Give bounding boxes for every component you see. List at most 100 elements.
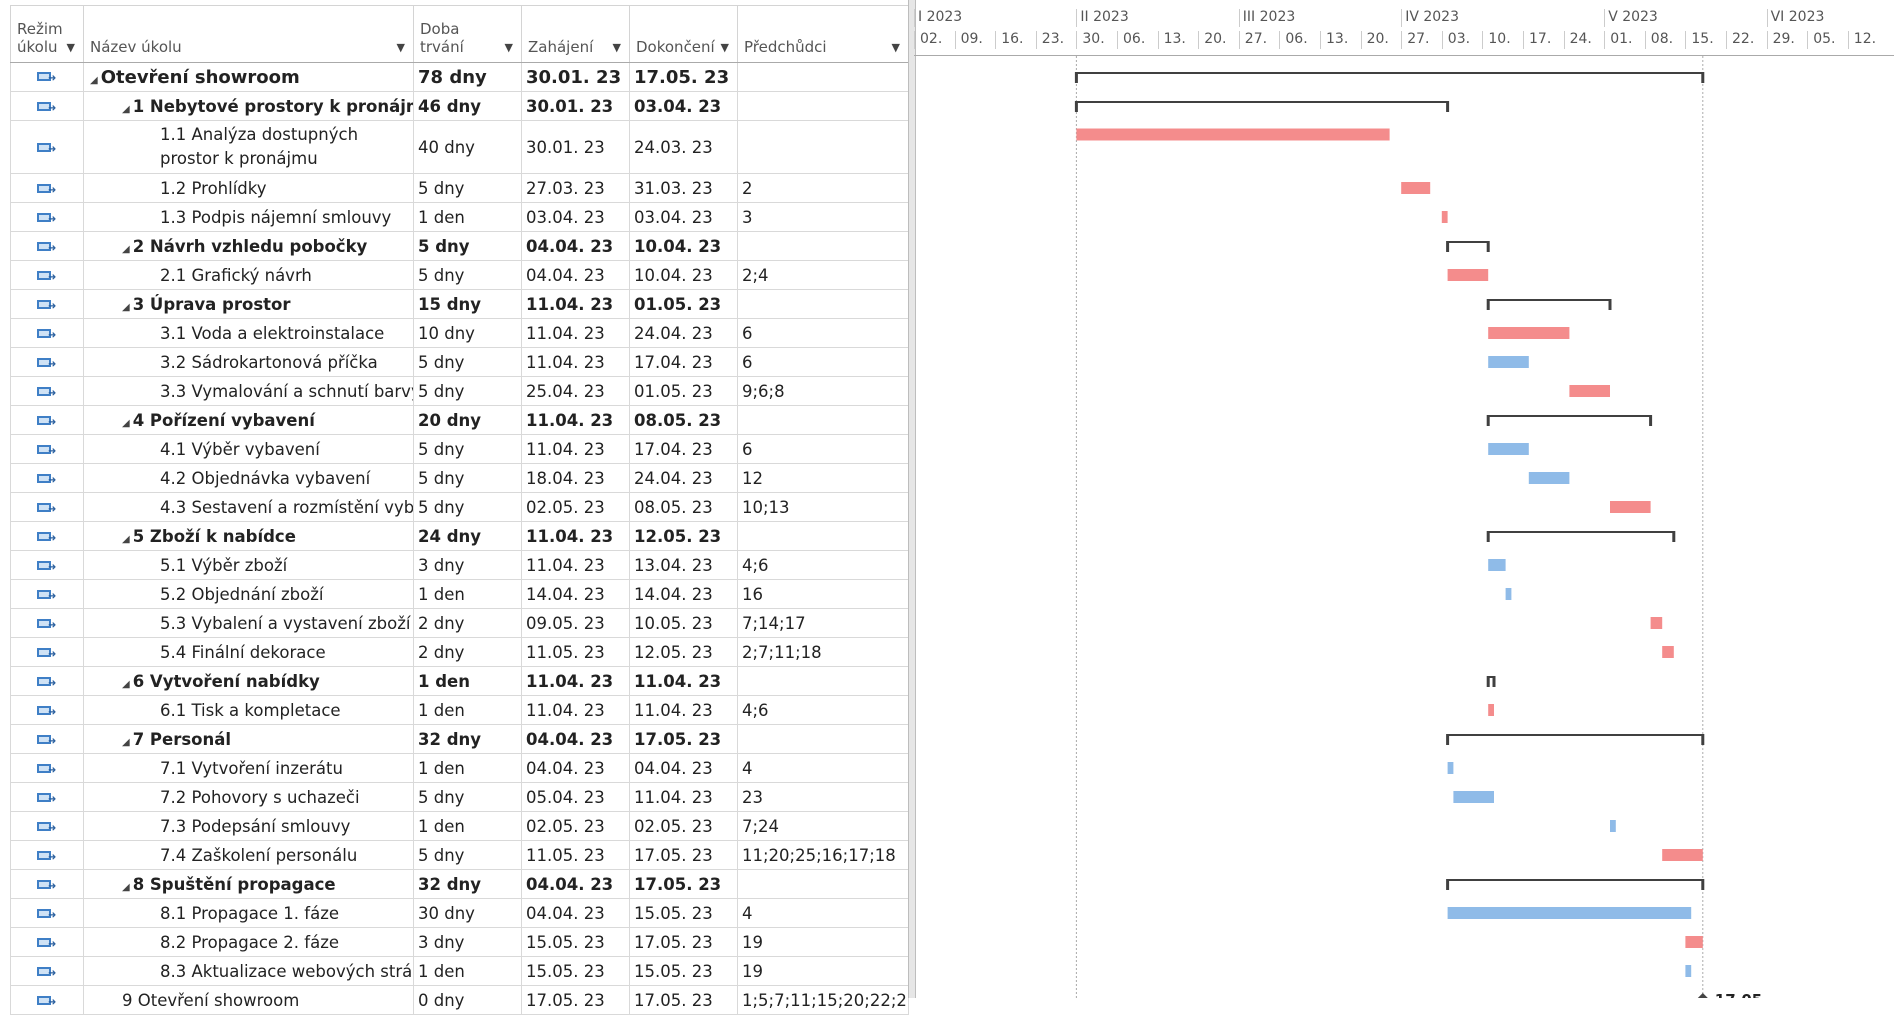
task-name-cell[interactable]: ◢ 3 Úprava prostor [83,289,414,319]
task-mode-cell[interactable]: ➜ [10,666,84,696]
task-start-cell[interactable]: 30.01. 23 [521,62,630,92]
collapse-triangle-icon[interactable]: ◢ [122,534,130,545]
task-predecessors-cell[interactable]: 7;14;17 [737,608,909,638]
task-finish-cell[interactable]: 12.05. 23 [629,521,738,551]
task-row[interactable]: ➜ 7.2 Pohovory s uchazeči 5 dny 05.04. 23 11… [10,782,909,812]
task-predecessors-cell[interactable]: 16 [737,579,909,609]
task-name-cell[interactable]: 9 Otevření showroom [83,985,414,1015]
task-name-cell[interactable]: ◢ 5 Zboží k nabídce [83,521,414,551]
column-header-name[interactable]: Název úkolu ▼ [83,5,414,63]
task-finish-cell[interactable]: 17.05. 23 [629,62,738,92]
task-predecessors-cell[interactable]: 4 [737,898,909,928]
task-name-cell[interactable]: 3.1 Voda a elektroinstalace [83,318,414,348]
task-duration-cell[interactable]: 32 dny [413,724,522,754]
task-finish-cell[interactable]: 15.05. 23 [629,898,738,928]
task-predecessors-cell[interactable]: 7;24 [737,811,909,841]
task-duration-cell[interactable]: 1 den [413,753,522,783]
task-finish-cell[interactable]: 17.04. 23 [629,434,738,464]
task-finish-cell[interactable]: 11.04. 23 [629,666,738,696]
task-duration-cell[interactable]: 30 dny [413,898,522,928]
column-filter-icon[interactable]: ▼ [721,41,729,54]
task-start-cell[interactable]: 15.05. 23 [521,927,630,957]
task-predecessors-cell[interactable]: 11;20;25;16;17;18 [737,840,909,870]
task-name-cell[interactable]: 8.3 Aktualizace webových stránek [83,956,414,986]
task-row[interactable]: ➜ 1.3 Podpis nájemní smlouvy 1 den 03.04. 2… [10,202,909,232]
task-start-cell[interactable]: 11.04. 23 [521,550,630,580]
task-duration-cell[interactable]: 5 dny [413,840,522,870]
summary-task-row[interactable]: ➜ ◢ 3 Úprava prostor 15 dny 11.04. 23 01.05. … [10,289,909,319]
task-finish-cell[interactable]: 24.04. 23 [629,318,738,348]
task-predecessors-cell[interactable]: 9;6;8 [737,376,909,406]
task-row[interactable]: ➜ 4.2 Objednávka vybavení 5 dny 18.04. 23 24… [10,463,909,493]
task-predecessors-cell[interactable] [737,521,909,551]
task-predecessors-cell[interactable]: 19 [737,927,909,957]
task-start-cell[interactable]: 11.04. 23 [521,695,630,725]
collapse-triangle-icon[interactable]: ◢ [122,418,130,429]
task-duration-cell[interactable]: 5 dny [413,231,522,261]
task-predecessors-cell[interactable]: 12 [737,463,909,493]
task-predecessors-cell[interactable]: 3 [737,202,909,232]
task-mode-cell[interactable]: ➜ [10,927,84,957]
task-mode-cell[interactable]: ➜ [10,985,84,1015]
column-filter-icon[interactable]: ▼ [892,41,900,54]
task-duration-cell[interactable]: 3 dny [413,550,522,580]
task-row[interactable]: ➜ 1.2 Prohlídky 5 dny 27.03. 23 31.03. 23 2 [10,173,909,203]
column-header-mode[interactable]: Režim úkolu ▼ [10,5,84,63]
task-mode-cell[interactable]: ➜ [10,898,84,928]
task-row[interactable]: ➜ 5.4 Finální dekorace 2 dny 11.05. 23 12.05… [10,637,909,667]
task-predecessors-cell[interactable]: 19 [737,956,909,986]
task-mode-cell[interactable]: ➜ [10,782,84,812]
task-duration-cell[interactable]: 0 dny [413,985,522,1015]
task-duration-cell[interactable]: 5 dny [413,463,522,493]
task-finish-cell[interactable]: 15.05. 23 [629,956,738,986]
task-name-cell[interactable]: 5.1 Výběr zboží [83,550,414,580]
task-start-cell[interactable]: 05.04. 23 [521,782,630,812]
task-row[interactable]: ➜ 7.4 Zaškolení personálu 5 dny 11.05. 23 17… [10,840,909,870]
task-finish-cell[interactable]: 31.03. 23 [629,173,738,203]
task-duration-cell[interactable]: 40 dny [413,120,522,174]
task-finish-cell[interactable]: 17.05. 23 [629,869,738,899]
task-finish-cell[interactable]: 24.04. 23 [629,463,738,493]
task-name-cell[interactable]: ◢ 1 Nebytové prostory k pronájmu [83,91,414,121]
task-name-cell[interactable]: 8.1 Propagace 1. fáze [83,898,414,928]
task-name-cell[interactable]: 7.1 Vytvoření inzerátu [83,753,414,783]
task-name-cell[interactable]: ◢ 7 Personál [83,724,414,754]
task-predecessors-cell[interactable]: 6 [737,318,909,348]
task-finish-cell[interactable]: 13.04. 23 [629,550,738,580]
task-duration-cell[interactable]: 5 dny [413,376,522,406]
task-duration-cell[interactable]: 5 dny [413,260,522,290]
task-finish-cell[interactable]: 02.05. 23 [629,811,738,841]
task-name-cell[interactable]: 7.4 Zaškolení personálu [83,840,414,870]
task-mode-cell[interactable]: ➜ [10,318,84,348]
task-predecessors-cell[interactable] [737,869,909,899]
task-start-cell[interactable]: 30.01. 23 [521,91,630,121]
task-mode-cell[interactable]: ➜ [10,753,84,783]
column-header-predecessors[interactable]: Předchůdci ▼ [737,5,909,63]
task-start-cell[interactable]: 02.05. 23 [521,811,630,841]
task-start-cell[interactable]: 11.04. 23 [521,318,630,348]
task-mode-cell[interactable]: ➜ [10,637,84,667]
task-start-cell[interactable]: 11.04. 23 [521,521,630,551]
task-row[interactable]: ➜8.3 Aktualizace webových stránek1 den15… [10,956,909,986]
task-mode-cell[interactable]: ➜ [10,62,84,92]
task-duration-cell[interactable]: 1 den [413,202,522,232]
task-start-cell[interactable]: 04.04. 23 [521,724,630,754]
task-start-cell[interactable]: 17.05. 23 [521,985,630,1015]
task-predecessors-cell[interactable] [737,231,909,261]
summary-task-row[interactable]: ➜ ◢ 1 Nebytové prostory k pronájmu 46 dny 30… [10,91,909,121]
task-predecessors-cell[interactable]: 4 [737,753,909,783]
task-row[interactable]: ➜ 5.1 Výběr zboží 3 dny 11.04. 23 13.04. 23 4… [10,550,909,580]
task-finish-cell[interactable]: 03.04. 23 [629,91,738,121]
task-mode-cell[interactable]: ➜ [10,724,84,754]
column-filter-icon[interactable]: ▼ [613,41,621,54]
task-name-cell[interactable]: ◢ 4 Pořízení vybavení [83,405,414,435]
collapse-triangle-icon[interactable]: ◢ [90,75,98,86]
task-finish-cell[interactable]: 01.05. 23 [629,289,738,319]
task-mode-cell[interactable]: ➜ [10,463,84,493]
task-duration-cell[interactable]: 78 dny [413,62,522,92]
column-filter-icon[interactable]: ▼ [67,41,75,54]
task-start-cell[interactable]: 30.01. 23 [521,120,630,174]
task-finish-cell[interactable]: 12.05. 23 [629,637,738,667]
task-predecessors-cell[interactable]: 1;5;7;11;15;20;22;27 [737,985,909,1015]
task-name-cell[interactable]: 1.2 Prohlídky [83,173,414,203]
